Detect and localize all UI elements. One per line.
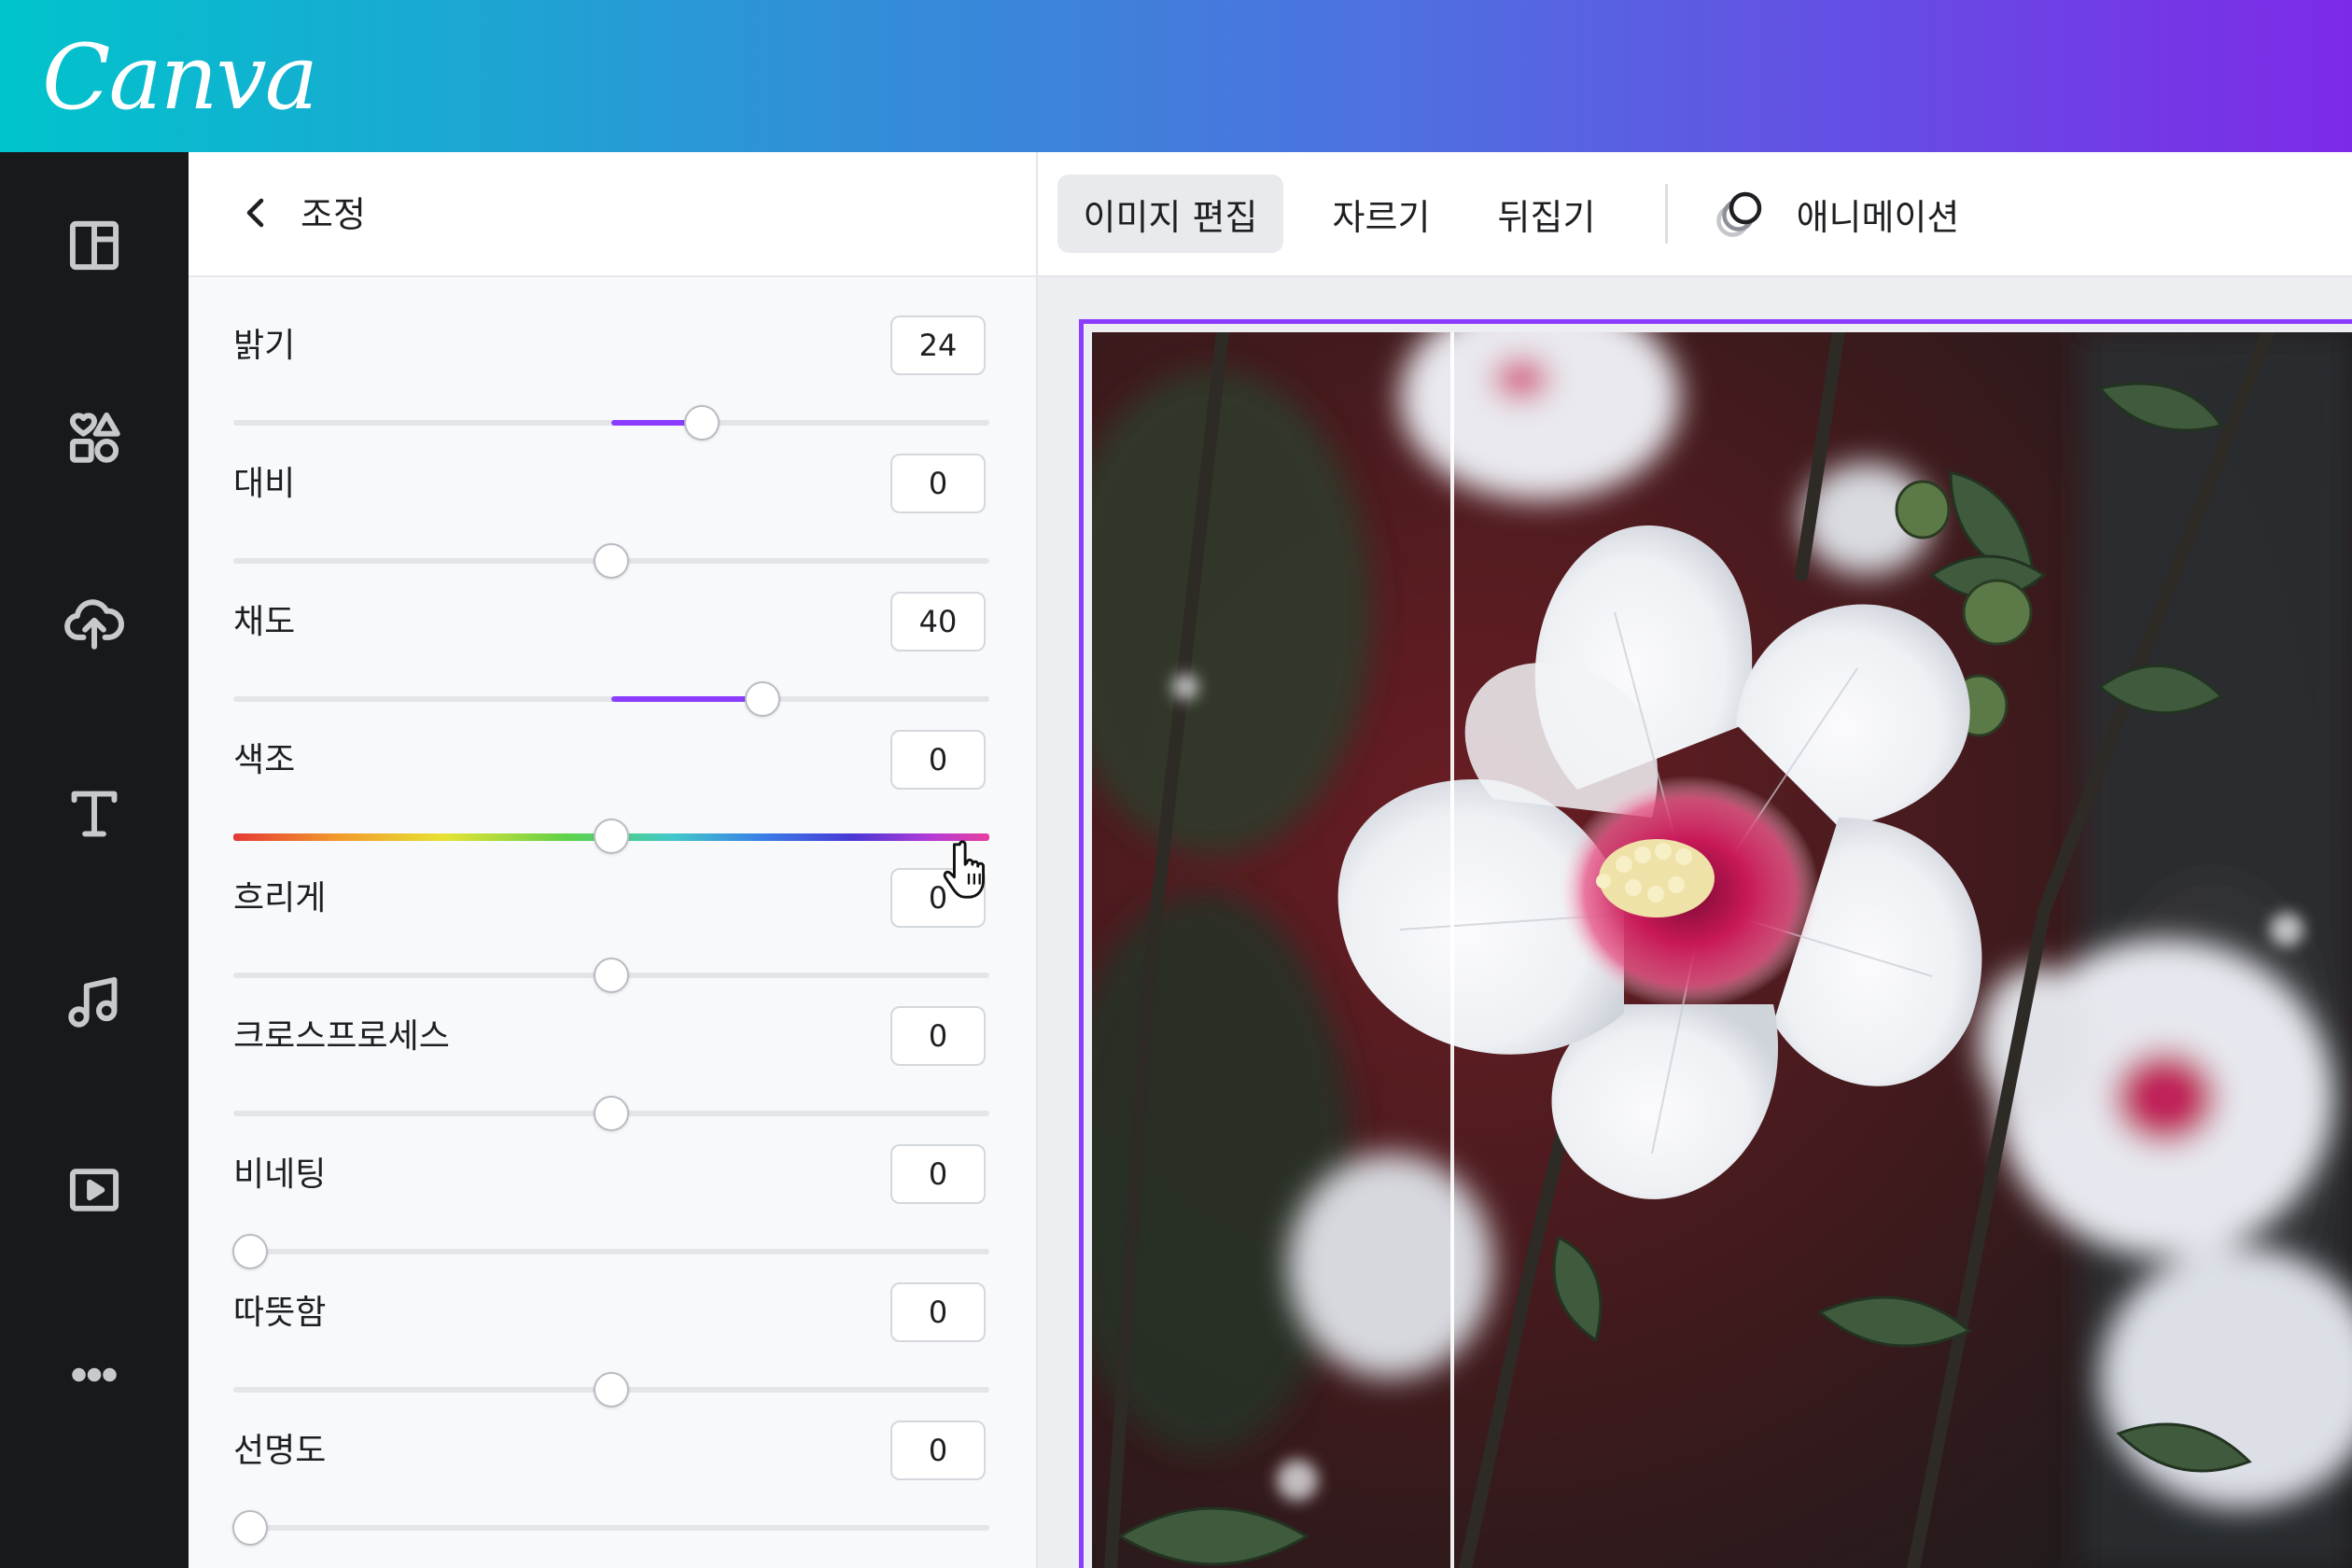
adjustment-value-input[interactable]: 0 bbox=[890, 1282, 986, 1342]
adjustment-value-input[interactable]: 24 bbox=[890, 315, 986, 375]
video-icon[interactable] bbox=[57, 1153, 132, 1227]
adjustment-row: 채도 40 bbox=[189, 592, 1036, 730]
top-bar: Canva bbox=[0, 0, 2352, 152]
adjustment-value-input[interactable]: 0 bbox=[890, 1421, 986, 1480]
slider-track[interactable] bbox=[233, 543, 989, 579]
music-icon[interactable] bbox=[57, 964, 132, 1039]
adjust-panel: 조정 밝기 24 대비 0 채도 40 색조 0 흐리게 0 크로스프로세스 0 비네팅 0 따뜻함 0 선명도… bbox=[189, 152, 1038, 1568]
slider-knob[interactable] bbox=[232, 1234, 268, 1269]
flower-photo[interactable] bbox=[1092, 332, 2352, 1568]
adjustment-row: 대비 0 bbox=[189, 454, 1036, 592]
panel-header: 조정 bbox=[189, 152, 1036, 277]
upload-icon[interactable] bbox=[57, 586, 132, 661]
canva-logo[interactable]: Canva bbox=[42, 17, 318, 138]
adjustment-label: 대비 bbox=[233, 465, 296, 503]
edit-image-button[interactable]: 이미지 편집 bbox=[1057, 175, 1283, 253]
slider-knob[interactable] bbox=[594, 819, 629, 854]
slider-track[interactable] bbox=[233, 1096, 989, 1131]
adjustment-label: 선명도 bbox=[233, 1432, 327, 1470]
adjustment-row: 크로스프로세스 0 bbox=[189, 1006, 1036, 1144]
adjustment-row: 밝기 24 bbox=[189, 315, 1036, 454]
adjustment-value-input[interactable]: 40 bbox=[890, 592, 986, 651]
slider-knob[interactable] bbox=[684, 405, 721, 441]
hand-cursor-icon bbox=[943, 840, 986, 899]
adjustment-label: 색조 bbox=[233, 741, 296, 779]
slider-knob[interactable] bbox=[594, 1372, 629, 1407]
animate-icon[interactable] bbox=[1712, 186, 1768, 242]
adjustment-row: 따뜻함 0 bbox=[189, 1282, 1036, 1421]
crop-button[interactable]: 자르기 bbox=[1321, 175, 1442, 253]
slider-track[interactable] bbox=[233, 958, 989, 993]
slider-knob[interactable] bbox=[594, 958, 629, 993]
before-after-divider[interactable] bbox=[1450, 332, 1454, 1568]
slider-knob[interactable] bbox=[594, 543, 629, 579]
flip-button[interactable]: 뒤집기 bbox=[1486, 175, 1607, 253]
adjustment-value-input[interactable]: 0 bbox=[890, 730, 986, 790]
adjustment-row: 색조 0 bbox=[189, 730, 1036, 868]
adjustment-row: 선명도 0 bbox=[189, 1421, 1036, 1559]
adjustment-label: 비네팅 bbox=[233, 1155, 327, 1194]
slider-knob[interactable] bbox=[232, 1510, 268, 1546]
slider-track[interactable] bbox=[233, 681, 989, 717]
adjustment-value-input[interactable]: 0 bbox=[890, 1006, 986, 1066]
hue-slider-track[interactable] bbox=[233, 819, 989, 854]
slider-track[interactable] bbox=[233, 1372, 989, 1407]
adjustment-value-input[interactable]: 0 bbox=[890, 454, 986, 513]
slider-knob[interactable] bbox=[745, 681, 780, 717]
slider-fill bbox=[611, 696, 763, 702]
panel-title: 조정 bbox=[301, 194, 366, 235]
side-rail bbox=[0, 152, 189, 1568]
adjustment-label: 크로스프로세스 bbox=[233, 1017, 450, 1056]
elements-icon[interactable] bbox=[57, 399, 132, 474]
back-button[interactable] bbox=[233, 189, 280, 236]
slider-track[interactable] bbox=[232, 1234, 989, 1269]
adjustment-label: 채도 bbox=[233, 603, 296, 641]
toolbar-divider bbox=[1665, 184, 1668, 244]
layout-icon[interactable] bbox=[57, 208, 132, 283]
adjustment-value-input[interactable]: 0 bbox=[890, 1144, 986, 1204]
adjustment-label: 따뜻함 bbox=[233, 1294, 327, 1332]
chevron-left-icon bbox=[246, 198, 264, 228]
context-toolbar: 이미지 편집 자르기 뒤집기 애니메이션 bbox=[1038, 152, 2352, 277]
adjustment-row: 비네팅 0 bbox=[189, 1144, 1036, 1282]
adjustment-row: 흐리게 0 bbox=[189, 868, 1036, 1006]
slider-track[interactable] bbox=[232, 1510, 989, 1546]
animate-button[interactable]: 애니메이션 bbox=[1785, 175, 1971, 253]
text-icon[interactable] bbox=[57, 777, 132, 851]
adjustment-label: 흐리게 bbox=[233, 879, 327, 917]
more-icon[interactable] bbox=[57, 1337, 132, 1412]
slider-knob[interactable] bbox=[594, 1096, 629, 1131]
adjustment-label: 밝기 bbox=[233, 327, 296, 365]
slider-track[interactable] bbox=[233, 405, 989, 441]
